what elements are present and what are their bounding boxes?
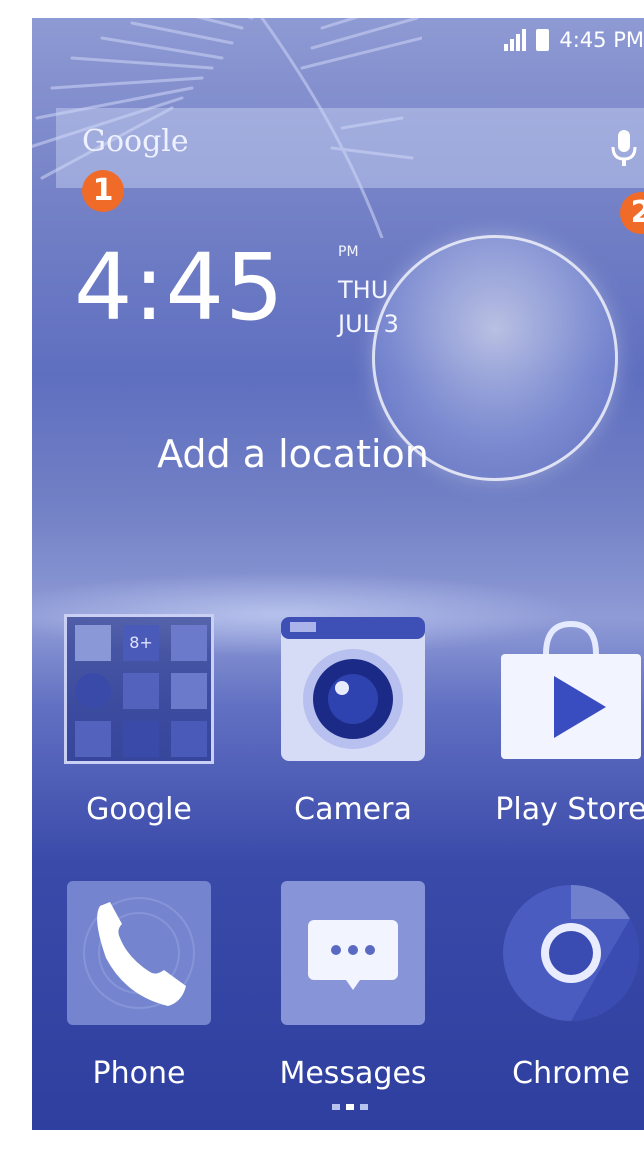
app-label: Chrome bbox=[512, 1056, 630, 1091]
phone-icon bbox=[67, 881, 211, 1025]
app-label: Play Store bbox=[495, 792, 644, 827]
clock-time[interactable]: 4:45 bbox=[74, 242, 285, 334]
home-screen: 4:45 PM Google 1 2 4:45 PM THU JUL 3 Add… bbox=[32, 18, 644, 1130]
microphone-icon[interactable] bbox=[611, 130, 637, 168]
google-folder-icon: 8+ bbox=[64, 614, 214, 764]
page-dot-active bbox=[346, 1104, 354, 1110]
page-dot bbox=[332, 1104, 340, 1110]
app-label: Camera bbox=[294, 792, 412, 827]
status-bar: 4:45 PM bbox=[504, 24, 644, 56]
play-store-icon bbox=[501, 620, 641, 759]
chrome-icon bbox=[503, 884, 640, 1022]
callout-badge-1: 1 bbox=[82, 170, 124, 212]
battery-icon bbox=[536, 29, 550, 51]
google-logo: Google bbox=[82, 124, 189, 159]
clock-day: THU bbox=[338, 276, 389, 304]
callout-badge-2: 2 bbox=[620, 192, 644, 234]
page-dot bbox=[360, 1104, 368, 1110]
page-indicator bbox=[332, 1104, 368, 1110]
add-location-link[interactable]: Add a location bbox=[32, 432, 599, 476]
status-time: 4:45 PM bbox=[559, 28, 644, 52]
messages-icon bbox=[281, 881, 425, 1025]
clock-ampm: PM bbox=[338, 244, 359, 260]
google-search-bar[interactable]: Google 1 2 bbox=[56, 108, 644, 234]
signal-icon bbox=[504, 29, 527, 51]
app-label: Google bbox=[86, 792, 192, 827]
app-label: Phone bbox=[92, 1056, 186, 1091]
app-label: Messages bbox=[279, 1056, 427, 1091]
camera-icon bbox=[281, 617, 425, 761]
clock-date: JUL 3 bbox=[338, 310, 399, 338]
